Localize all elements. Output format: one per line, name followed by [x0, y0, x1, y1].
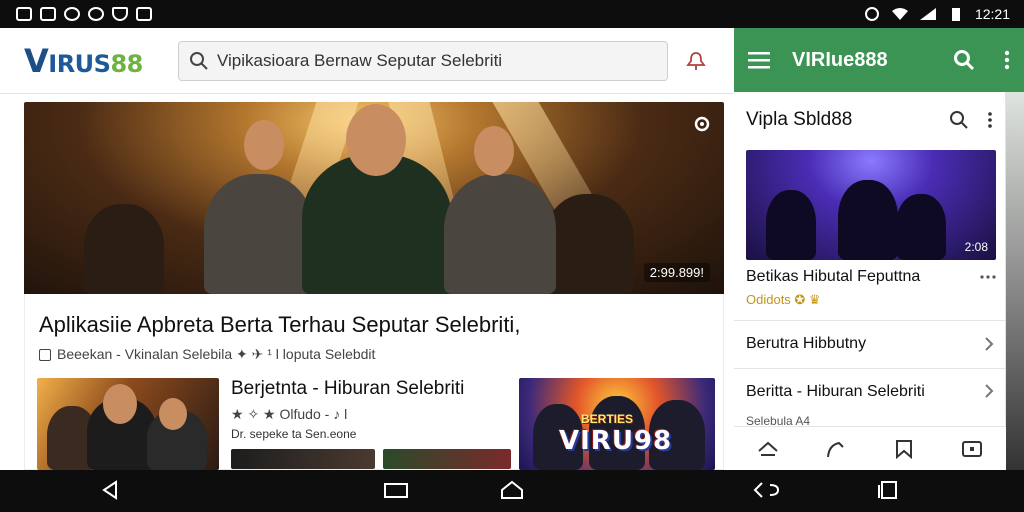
android-nav-bar: [0, 470, 1024, 512]
settings-icon[interactable]: [692, 114, 712, 134]
recents-icon[interactable]: [383, 480, 409, 500]
content-area: 2:99.899! Aplikasiie Apbreta Berta Terha…: [24, 102, 724, 470]
app-notification-icon: [136, 7, 152, 21]
band-member: [838, 180, 898, 260]
more-icon[interactable]: [987, 111, 993, 129]
menu-icon[interactable]: [748, 51, 770, 69]
hero-video-thumbnail[interactable]: 2:99.899!: [24, 102, 724, 294]
related-title[interactable]: Berjetnta - Hiburan Selebriti: [231, 378, 515, 400]
search-icon[interactable]: [949, 110, 969, 130]
back-icon[interactable]: [100, 480, 120, 500]
share-icon[interactable]: [825, 439, 847, 459]
article-card: Aplikasiie Apbreta Berta Terhau Seputar …: [24, 294, 724, 470]
side-video-thumbnail[interactable]: 2:08: [746, 150, 996, 260]
background-person: [84, 204, 164, 294]
singer-right-head: [474, 126, 514, 176]
promo-small-text: BERTIES: [581, 412, 634, 426]
side-video-duration: 2:08: [964, 240, 988, 254]
screen: 12:21 VIRUS88 Vipikasioara Bernaw Seputa…: [0, 0, 1024, 512]
side-app-bar: VIRIue888: [734, 28, 1024, 92]
search-input[interactable]: [217, 50, 657, 71]
promo-thumbnail[interactable]: BERTIES VIRU98: [519, 378, 715, 470]
gallery-notification-icon: [16, 7, 32, 21]
side-list-item[interactable]: Berutra Hibbutny: [734, 320, 1006, 366]
video-duration: 2:99.899!: [643, 263, 710, 282]
drive-notification-icon: [112, 7, 128, 21]
home-icon[interactable]: [500, 480, 524, 500]
messenger-notification-icon: [88, 7, 104, 21]
related-subtitle: Dr. sepeke ta Sen.eone: [231, 427, 357, 441]
article-meta: Beeekan - Vkinalan Selebila ✦ ✈ ¹ l lopu…: [39, 346, 375, 363]
status-bar: 12:21: [0, 0, 1024, 28]
thumb-person-head: [159, 398, 187, 430]
side-pane: VIRIue888 Vipla Sbld88 2:08 Betikas Hibu…: [734, 28, 1024, 470]
wifi-icon: [891, 8, 908, 20]
search-icon: [190, 51, 208, 70]
bell-icon: [686, 51, 706, 70]
bookmark-icon[interactable]: [893, 439, 915, 459]
top-bar: VIRUS88: [0, 28, 734, 94]
side-brand: VIRIue888: [792, 48, 888, 71]
twitter-notification-icon: [64, 7, 80, 21]
main-pane: VIRUS88 Vipikasioara Bernaw Seputar Sele…: [0, 28, 734, 470]
side-card-title: Vipla Sbld88: [746, 109, 853, 130]
side-card: Vipla Sbld88 2:08 Betikas Hibutal Feputt…: [734, 92, 1006, 470]
chevron-right-icon: [985, 336, 994, 351]
recents-icon[interactable]: [876, 480, 900, 500]
promo-logo-text: VIRU98: [559, 426, 673, 456]
chevron-right-icon: [985, 384, 994, 398]
message-notification-icon: [40, 7, 56, 21]
more-icon[interactable]: [1004, 50, 1010, 70]
site-logo[interactable]: VIRUS88: [24, 42, 172, 80]
side-video-tags: Odidots ✪ ♛: [746, 292, 821, 307]
search-box[interactable]: [178, 40, 668, 81]
mini-thumbnail[interactable]: [383, 449, 511, 469]
related-thumbnail-1[interactable]: [37, 378, 219, 470]
overflow-icon[interactable]: [980, 275, 996, 279]
search-icon[interactable]: [952, 48, 976, 72]
status-time: 12:21: [974, 6, 1010, 22]
singer-left: [204, 174, 314, 294]
singer-right: [444, 174, 556, 294]
back-icon[interactable]: [752, 480, 788, 500]
band-member: [896, 194, 946, 260]
related-rating: ★ ✧ ★ Olfudo - ♪ l: [231, 406, 348, 422]
thumb-person-head: [103, 384, 137, 424]
signal-icon: [919, 8, 936, 20]
lead-singer-head: [346, 104, 406, 176]
singer-left-head: [244, 120, 284, 170]
alarm-icon: [864, 7, 879, 21]
notification-button[interactable]: [674, 41, 718, 81]
home-icon[interactable]: [757, 439, 779, 459]
side-edge: [1006, 92, 1024, 470]
battery-icon: [951, 8, 960, 21]
mini-thumbnail[interactable]: [231, 449, 375, 469]
related-article[interactable]: Berjetnta - Hiburan Selebriti ★ ✧ ★ Olfu…: [231, 378, 515, 469]
message-icon[interactable]: [961, 439, 983, 459]
side-bottom-actions: [734, 426, 1006, 470]
side-video-caption[interactable]: Betikas Hibutal Feputtna: [746, 268, 996, 286]
category-icon: [39, 348, 51, 361]
band-member: [766, 190, 816, 260]
article-title[interactable]: Aplikasiie Apbreta Berta Terhau Seputar …: [39, 312, 520, 338]
side-card-header: Vipla Sbld88: [734, 92, 1005, 148]
background-person: [544, 194, 634, 294]
